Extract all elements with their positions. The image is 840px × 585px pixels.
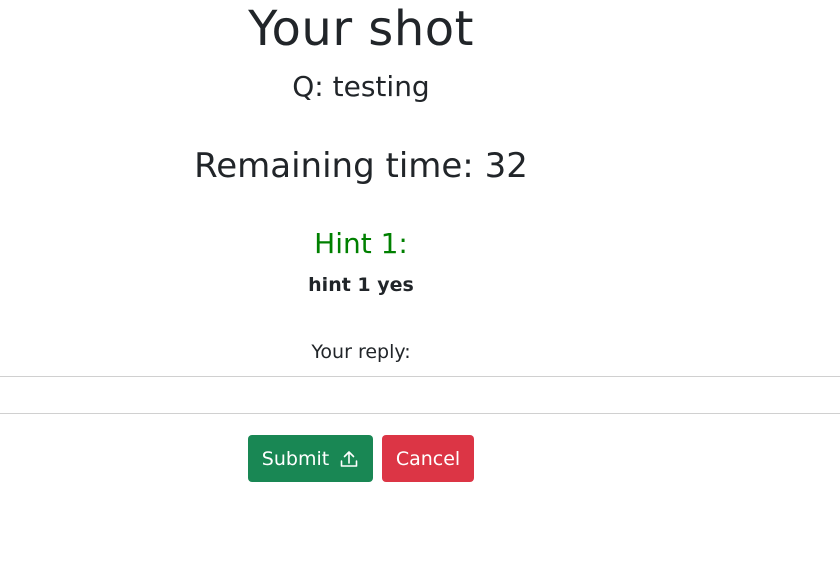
reply-label: Your reply: (311, 341, 411, 363)
action-buttons: Submit Cancel (248, 435, 474, 482)
reply-input[interactable] (0, 376, 840, 414)
remaining-time: Remaining time: 32 (194, 146, 528, 186)
page-title: Your shot (248, 1, 474, 57)
hint-text: hint 1 yes (308, 274, 414, 296)
submit-button[interactable]: Submit (248, 435, 373, 482)
submit-label: Submit (261, 447, 330, 470)
question-text: Q: testing (292, 70, 430, 103)
hint-title: Hint 1: (314, 227, 408, 260)
upload-icon (339, 449, 359, 469)
cancel-button[interactable]: Cancel (382, 435, 474, 482)
page: Your shot Q: testing Remaining time: 32 … (0, 0, 840, 585)
cancel-label: Cancel (395, 447, 461, 470)
